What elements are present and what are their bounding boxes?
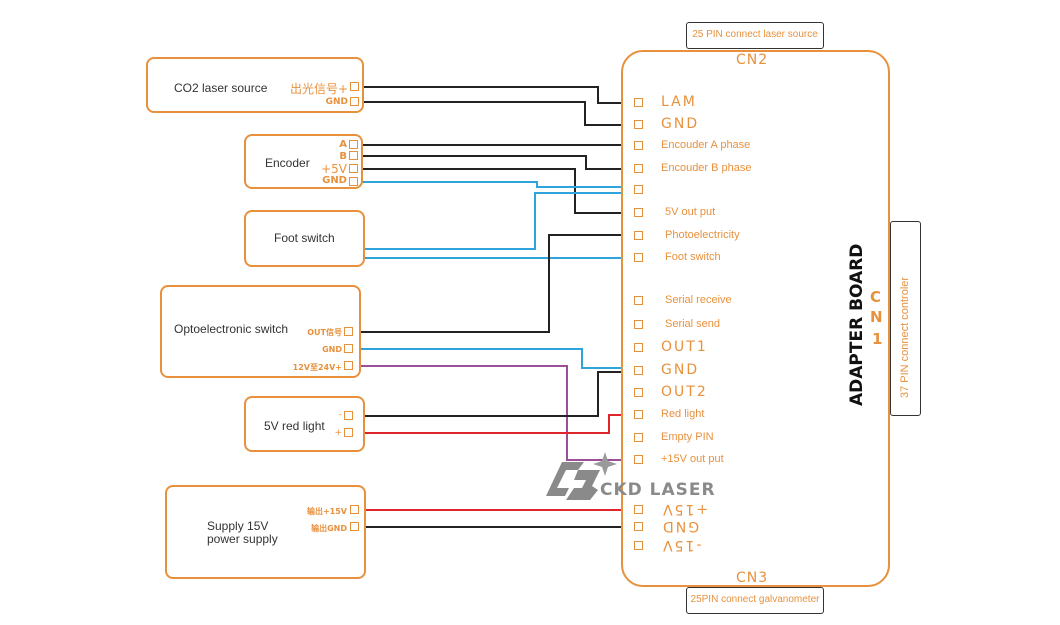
watermark-text: CKD LASER [600,480,716,500]
wiring-diagram: CO2 laser source 出光信号+ GND Encoder A B +… [0,0,1060,625]
ckd-logo-icon [546,452,617,500]
